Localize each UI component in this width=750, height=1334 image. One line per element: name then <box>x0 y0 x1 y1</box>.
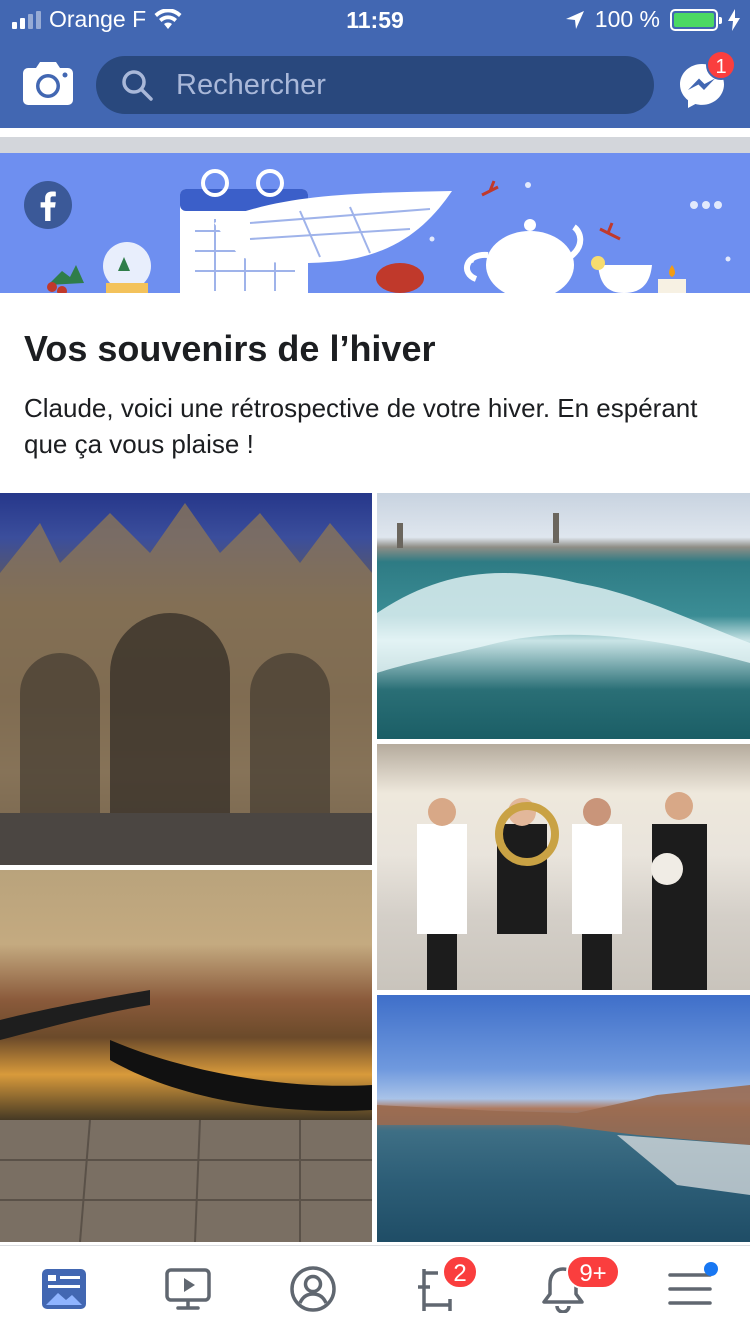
status-bar: Orange F 11:59 100 % <box>0 0 750 40</box>
search-icon <box>122 70 153 101</box>
menu-new-indicator <box>704 1262 718 1276</box>
photo-gondolas[interactable] <box>0 870 372 1242</box>
status-right: 100 % <box>565 6 740 33</box>
battery-percent: 100 % <box>594 6 660 32</box>
friend-requests-badge: 2 <box>442 1255 478 1289</box>
search-bar[interactable] <box>96 56 654 114</box>
photo-lagoon-wake[interactable] <box>377 493 750 739</box>
battery-icon <box>670 8 722 31</box>
messenger-badge: 1 <box>706 50 736 80</box>
top-bar: Orange F 11:59 100 % Rechercher 1 <box>0 0 750 128</box>
tab-profile[interactable] <box>283 1263 343 1319</box>
watch-video-icon <box>165 1268 211 1310</box>
charging-bolt-icon <box>728 8 740 31</box>
more-options-icon[interactable] <box>688 199 724 211</box>
header-divider <box>0 128 750 137</box>
tab-watch[interactable] <box>158 1263 218 1319</box>
camera-icon[interactable] <box>22 60 74 106</box>
profile-icon <box>290 1266 336 1312</box>
facebook-logo-icon <box>24 181 72 229</box>
photo-musicians[interactable] <box>377 744 750 990</box>
tab-news-feed[interactable] <box>34 1263 94 1319</box>
feed-separator <box>0 137 750 153</box>
notifications-badge: 9+ <box>566 1255 620 1289</box>
location-arrow-icon <box>565 10 584 29</box>
search-input[interactable] <box>176 68 596 102</box>
banner-illustration <box>47 169 731 293</box>
memory-card-title: Vos souvenirs de l’hiver <box>24 328 436 369</box>
bottom-tab-bar <box>0 1245 750 1334</box>
photo-basilica[interactable] <box>0 493 372 865</box>
winter-memories-banner <box>0 153 750 293</box>
news-feed-icon <box>42 1269 86 1309</box>
photo-canal[interactable] <box>377 995 750 1242</box>
memory-card-description: Claude, voici une rétrospective de votre… <box>24 393 698 459</box>
